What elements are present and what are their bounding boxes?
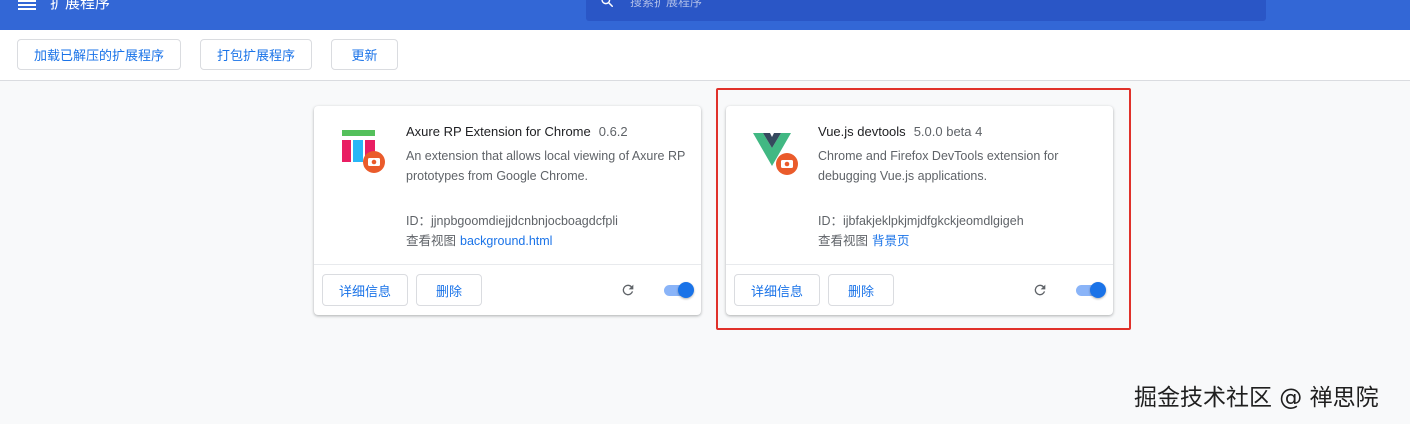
card-divider [314, 264, 701, 265]
extension-description: An extension that allows local viewing o… [406, 149, 686, 183]
toolbar: 加载已解压的扩展程序 打包扩展程序 更新 [0, 30, 1410, 81]
axure-extension-icon [340, 128, 390, 178]
search-box[interactable] [586, 0, 1266, 21]
extension-name: Axure RP Extension for Chrome [406, 124, 591, 139]
search-input[interactable] [630, 0, 1230, 10]
pack-extension-button[interactable]: 打包扩展程序 [200, 39, 312, 70]
inspect-views: 查看视图 background.html [406, 230, 552, 249]
extension-version: 0.6.2 [598, 124, 628, 139]
menu-icon[interactable] [18, 0, 36, 10]
top-bar: 扩展程序 [0, 0, 1410, 30]
extension-id: ID：jjnpbgoomdiejjdcnbnjocboagdcfpli [406, 214, 618, 228]
enable-toggle[interactable] [662, 282, 696, 298]
search-icon [601, 0, 614, 8]
page-title: 扩展程序 [50, 0, 111, 12]
remove-button[interactable]: 删除 [416, 274, 482, 306]
watermark: 掘金技术社区 @ 禅思院 [1134, 385, 1379, 411]
details-button[interactable]: 详细信息 [322, 274, 408, 306]
extension-card-axure: Axure RP Extension for Chrome 0.6.2 An ex… [314, 106, 701, 315]
highlight-annotation-box [716, 88, 1131, 330]
background-page-link[interactable]: background.html [460, 234, 552, 248]
load-unpacked-button[interactable]: 加载已解压的扩展程序 [17, 39, 181, 70]
reload-icon[interactable] [620, 282, 636, 298]
extension-name-line: Axure RP Extension for Chrome 0.6.2 [406, 124, 628, 139]
inspect-views-label: 查看视图 [406, 234, 457, 248]
update-button[interactable]: 更新 [331, 39, 398, 70]
